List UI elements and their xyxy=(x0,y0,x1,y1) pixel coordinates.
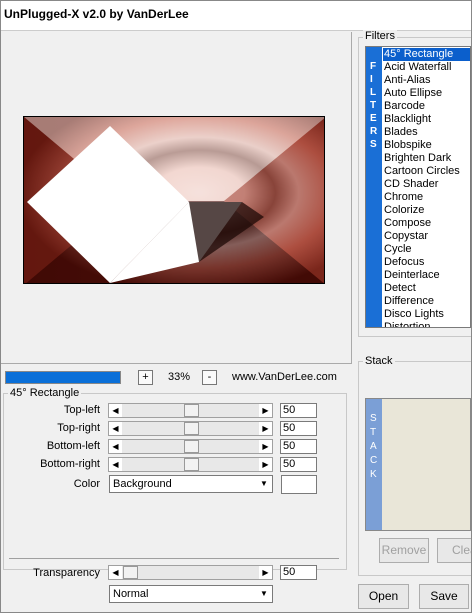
left-arrow-icon[interactable]: ◀ xyxy=(109,404,122,417)
save-button[interactable]: Save xyxy=(419,584,469,609)
preview-image xyxy=(23,116,325,284)
blend-mode-select[interactable]: Normal ▼ xyxy=(109,585,273,603)
progress-fill xyxy=(6,372,120,383)
color-select-value: Background xyxy=(113,478,172,490)
chevron-down-icon[interactable]: ▼ xyxy=(256,586,272,602)
transparency-label: Transparency xyxy=(33,567,100,579)
filters-vertical-bar: FILTERS xyxy=(366,47,382,327)
stack-vertical-letter: S xyxy=(370,413,377,424)
blend-mode-value: Normal xyxy=(113,588,149,600)
stack-vertical-letter: K xyxy=(370,469,377,480)
filter-item[interactable]: Brighten Dark xyxy=(383,152,470,165)
progress-bar xyxy=(5,371,121,384)
filter-item[interactable]: Blacklight xyxy=(383,113,470,126)
left-arrow-icon[interactable]: ◀ xyxy=(109,566,122,579)
filters-label: Filters xyxy=(363,30,397,42)
bottom-left-slider[interactable]: ◀ ▶ xyxy=(108,439,273,454)
transparency-value[interactable]: 50 xyxy=(280,565,317,580)
right-arrow-icon[interactable]: ▶ xyxy=(259,458,272,471)
bottom-right-value[interactable]: 50 xyxy=(280,457,317,472)
color-swatch[interactable] xyxy=(281,475,317,494)
filter-item[interactable]: Distortion xyxy=(383,321,470,327)
filter-item[interactable]: 45° Rectangle xyxy=(383,48,470,61)
remove-button[interactable]: Remove xyxy=(379,538,429,563)
slider-thumb[interactable] xyxy=(184,404,199,417)
open-button[interactable]: Open xyxy=(358,584,409,609)
right-arrow-icon[interactable]: ▶ xyxy=(259,404,272,417)
filter-item[interactable]: Disco Lights xyxy=(383,308,470,321)
filter-item[interactable]: CD Shader xyxy=(383,178,470,191)
zoom-level: 33% xyxy=(167,371,191,383)
filter-item[interactable]: Cartoon Circles xyxy=(383,165,470,178)
filter-item[interactable]: Blades xyxy=(383,126,470,139)
filters-vertical-letter: I xyxy=(370,74,373,85)
left-arrow-icon[interactable]: ◀ xyxy=(109,440,122,453)
zoom-out-button[interactable]: - xyxy=(202,370,217,385)
window-title: UnPlugged-X v2.0 by VanDerLee xyxy=(4,7,189,21)
filter-item[interactable]: Detect xyxy=(383,282,470,295)
bottom-right-label: Bottom-right xyxy=(40,458,100,470)
filters-vertical-letter: R xyxy=(370,126,378,137)
left-arrow-icon[interactable]: ◀ xyxy=(109,458,122,471)
filters-list[interactable]: FILTERS 45° Rectangle Acid Waterfall Anti-… xyxy=(365,46,471,328)
preview-panel[interactable] xyxy=(1,32,352,364)
right-arrow-icon[interactable]: ▶ xyxy=(259,566,272,579)
bottom-right-slider[interactable]: ◀ ▶ xyxy=(108,457,273,472)
params-group-label: 45° Rectangle xyxy=(8,387,82,399)
filters-vertical-letter: L xyxy=(370,87,377,98)
plugin-window: UnPlugged-X v2.0 by VanDerLee Filters F … xyxy=(0,0,472,613)
filters-vertical-letter: F xyxy=(370,61,377,72)
slider-thumb[interactable] xyxy=(184,458,199,471)
top-right-label: Top-right xyxy=(57,422,100,434)
filter-item[interactable]: Copystar xyxy=(383,230,470,243)
filter-item[interactable]: Chrome xyxy=(383,191,470,204)
slider-thumb[interactable] xyxy=(123,566,138,579)
zoom-in-button[interactable]: + xyxy=(138,370,153,385)
website-link[interactable]: www.VanDerLee.com xyxy=(232,371,337,383)
stack-vertical-letter: T xyxy=(370,427,377,438)
color-select[interactable]: Background ▼ xyxy=(109,475,273,493)
filter-item[interactable]: Barcode xyxy=(383,100,470,113)
title-bar: UnPlugged-X v2.0 by VanDerLee xyxy=(1,1,471,31)
slider-thumb[interactable] xyxy=(184,440,199,453)
clear-button[interactable]: Clea xyxy=(437,538,471,563)
filter-item[interactable]: Colorize xyxy=(383,204,470,217)
filters-vertical-letter: E xyxy=(370,113,377,124)
left-arrow-icon[interactable]: ◀ xyxy=(109,422,122,435)
stack-label: Stack xyxy=(363,355,395,367)
top-left-value[interactable]: 50 xyxy=(280,403,317,418)
bottom-left-label: Bottom-left xyxy=(46,440,100,452)
top-right-value[interactable]: 50 xyxy=(280,421,317,436)
chevron-down-icon[interactable]: ▼ xyxy=(256,476,272,492)
color-label: Color xyxy=(73,478,100,490)
filter-item[interactable]: Defocus xyxy=(383,256,470,269)
filters-vertical-letter: S xyxy=(370,139,377,150)
right-arrow-icon[interactable]: ▶ xyxy=(259,422,272,435)
filter-item[interactable]: Anti-Alias xyxy=(383,74,470,87)
slider-thumb[interactable] xyxy=(184,422,199,435)
filter-item[interactable]: Blobspike xyxy=(383,139,470,152)
bottom-left-value[interactable]: 50 xyxy=(280,439,317,454)
filter-item[interactable]: Deinterlace xyxy=(383,269,470,282)
right-arrow-icon[interactable]: ▶ xyxy=(259,440,272,453)
stack-vertical-letter: A xyxy=(370,441,377,452)
stack-vertical-bar: STACK xyxy=(366,399,382,530)
stack-list[interactable]: STACK xyxy=(365,398,471,531)
filter-item[interactable]: Cycle xyxy=(383,243,470,256)
top-right-slider[interactable]: ◀ ▶ xyxy=(108,421,273,436)
transparency-divider xyxy=(9,558,339,559)
filter-item[interactable]: Difference xyxy=(383,295,470,308)
top-left-label: Top-left xyxy=(63,404,100,416)
transparency-slider[interactable]: ◀ ▶ xyxy=(108,565,273,580)
filter-item[interactable]: Acid Waterfall xyxy=(383,61,470,74)
filter-item[interactable]: Compose xyxy=(383,217,470,230)
top-left-slider[interactable]: ◀ ▶ xyxy=(108,403,273,418)
stack-vertical-letter: C xyxy=(370,455,378,466)
filters-vertical-letter: T xyxy=(370,100,377,111)
filter-item[interactable]: Auto Ellipse xyxy=(383,87,470,100)
